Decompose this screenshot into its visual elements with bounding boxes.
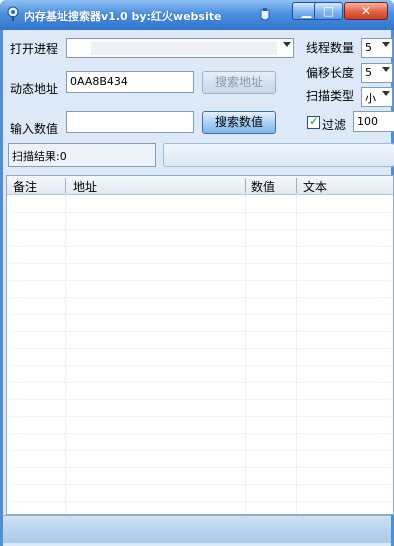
checkmark-icon: ✓ (309, 114, 320, 128)
client-area: 打开进程 线程数量 5 偏移长度 5 动态地址 0AA8B434 搜索地址 扫描… (3, 30, 394, 546)
pin-icon[interactable] (258, 7, 272, 23)
grid-row-line (7, 501, 393, 502)
grid-row-line (7, 297, 393, 298)
grid-row-line (7, 263, 393, 264)
offset-combo-value: 5 (365, 66, 372, 79)
column-separator[interactable] (296, 178, 297, 193)
chevron-down-icon (382, 91, 390, 96)
chevron-down-icon (382, 67, 390, 72)
process-combo-track (91, 42, 277, 55)
filter-input[interactable]: 100 (353, 111, 394, 132)
close-icon: ✕ (360, 4, 372, 18)
grid-row-line (7, 416, 393, 417)
chevron-down-icon (283, 42, 291, 47)
address-label: 动态地址 (10, 82, 59, 96)
grid-row-line (7, 212, 393, 213)
value-label: 输入数值 (10, 122, 59, 136)
app-window: 内存基址搜索器v1.0 by:红火website ▁ □ ✕ 打开进程 线程数量… (0, 0, 394, 546)
scan-type-label: 扫描类型 (306, 89, 355, 103)
column-header-note[interactable]: 备注 (13, 178, 37, 195)
grid-row-line (7, 331, 393, 332)
scan-type-combo-value: 小 (365, 92, 376, 105)
threads-combo[interactable]: 5 (361, 38, 393, 58)
list-header: 备注 地址 数值 文本 (7, 176, 393, 195)
window-title: 内存基址搜索器v1.0 by:红火website (24, 10, 222, 23)
process-combo[interactable] (66, 38, 294, 58)
chevron-down-icon (382, 42, 390, 47)
grid-row-line (7, 348, 393, 349)
grid-row-line (7, 365, 393, 366)
grid-row-line (7, 280, 393, 281)
column-header-text[interactable]: 文本 (303, 178, 327, 195)
column-separator[interactable] (245, 178, 246, 193)
minimize-icon: ▁ (301, 4, 312, 18)
column-header-address[interactable]: 地址 (73, 178, 97, 195)
results-list[interactable]: 备注 地址 数值 文本 (6, 175, 394, 515)
offset-label: 偏移长度 (306, 66, 355, 80)
result-summary: 扫描结果:0 (8, 143, 156, 167)
maximize-button[interactable]: □ (314, 2, 343, 20)
value-input[interactable] (66, 111, 194, 133)
filter-checkbox[interactable]: ✓ (307, 114, 320, 129)
status-bar (3, 515, 391, 543)
process-label: 打开进程 (10, 42, 59, 56)
grid-row-line (7, 467, 393, 468)
threads-combo-value: 5 (365, 41, 372, 54)
search-address-button[interactable]: 搜索地址 (202, 71, 276, 94)
grid-row-line (7, 484, 393, 485)
scan-progress-bar (163, 143, 394, 167)
close-button[interactable]: ✕ (344, 2, 388, 20)
search-value-button[interactable]: 搜索数值 (202, 111, 276, 134)
scan-type-combo[interactable]: 小 (361, 87, 393, 107)
app-icon (7, 6, 19, 21)
offset-combo[interactable]: 5 (361, 63, 393, 83)
grid-row-line (7, 229, 393, 230)
address-input[interactable]: 0AA8B434 (66, 71, 194, 93)
grid-row-line (7, 399, 393, 400)
grid-row-line (7, 382, 393, 383)
grid-row-line (7, 314, 393, 315)
maximize-icon: □ (322, 4, 335, 18)
filter-label: 过滤 (322, 118, 347, 132)
threads-label: 线程数量 (306, 41, 355, 55)
grid-row-line (7, 246, 393, 247)
title-bar: 内存基址搜索器v1.0 by:红火website ▁ □ ✕ (0, 0, 394, 30)
column-separator[interactable] (65, 178, 66, 193)
grid-row-line (7, 433, 393, 434)
grid-row-line (7, 450, 393, 451)
column-header-value[interactable]: 数值 (251, 178, 275, 195)
